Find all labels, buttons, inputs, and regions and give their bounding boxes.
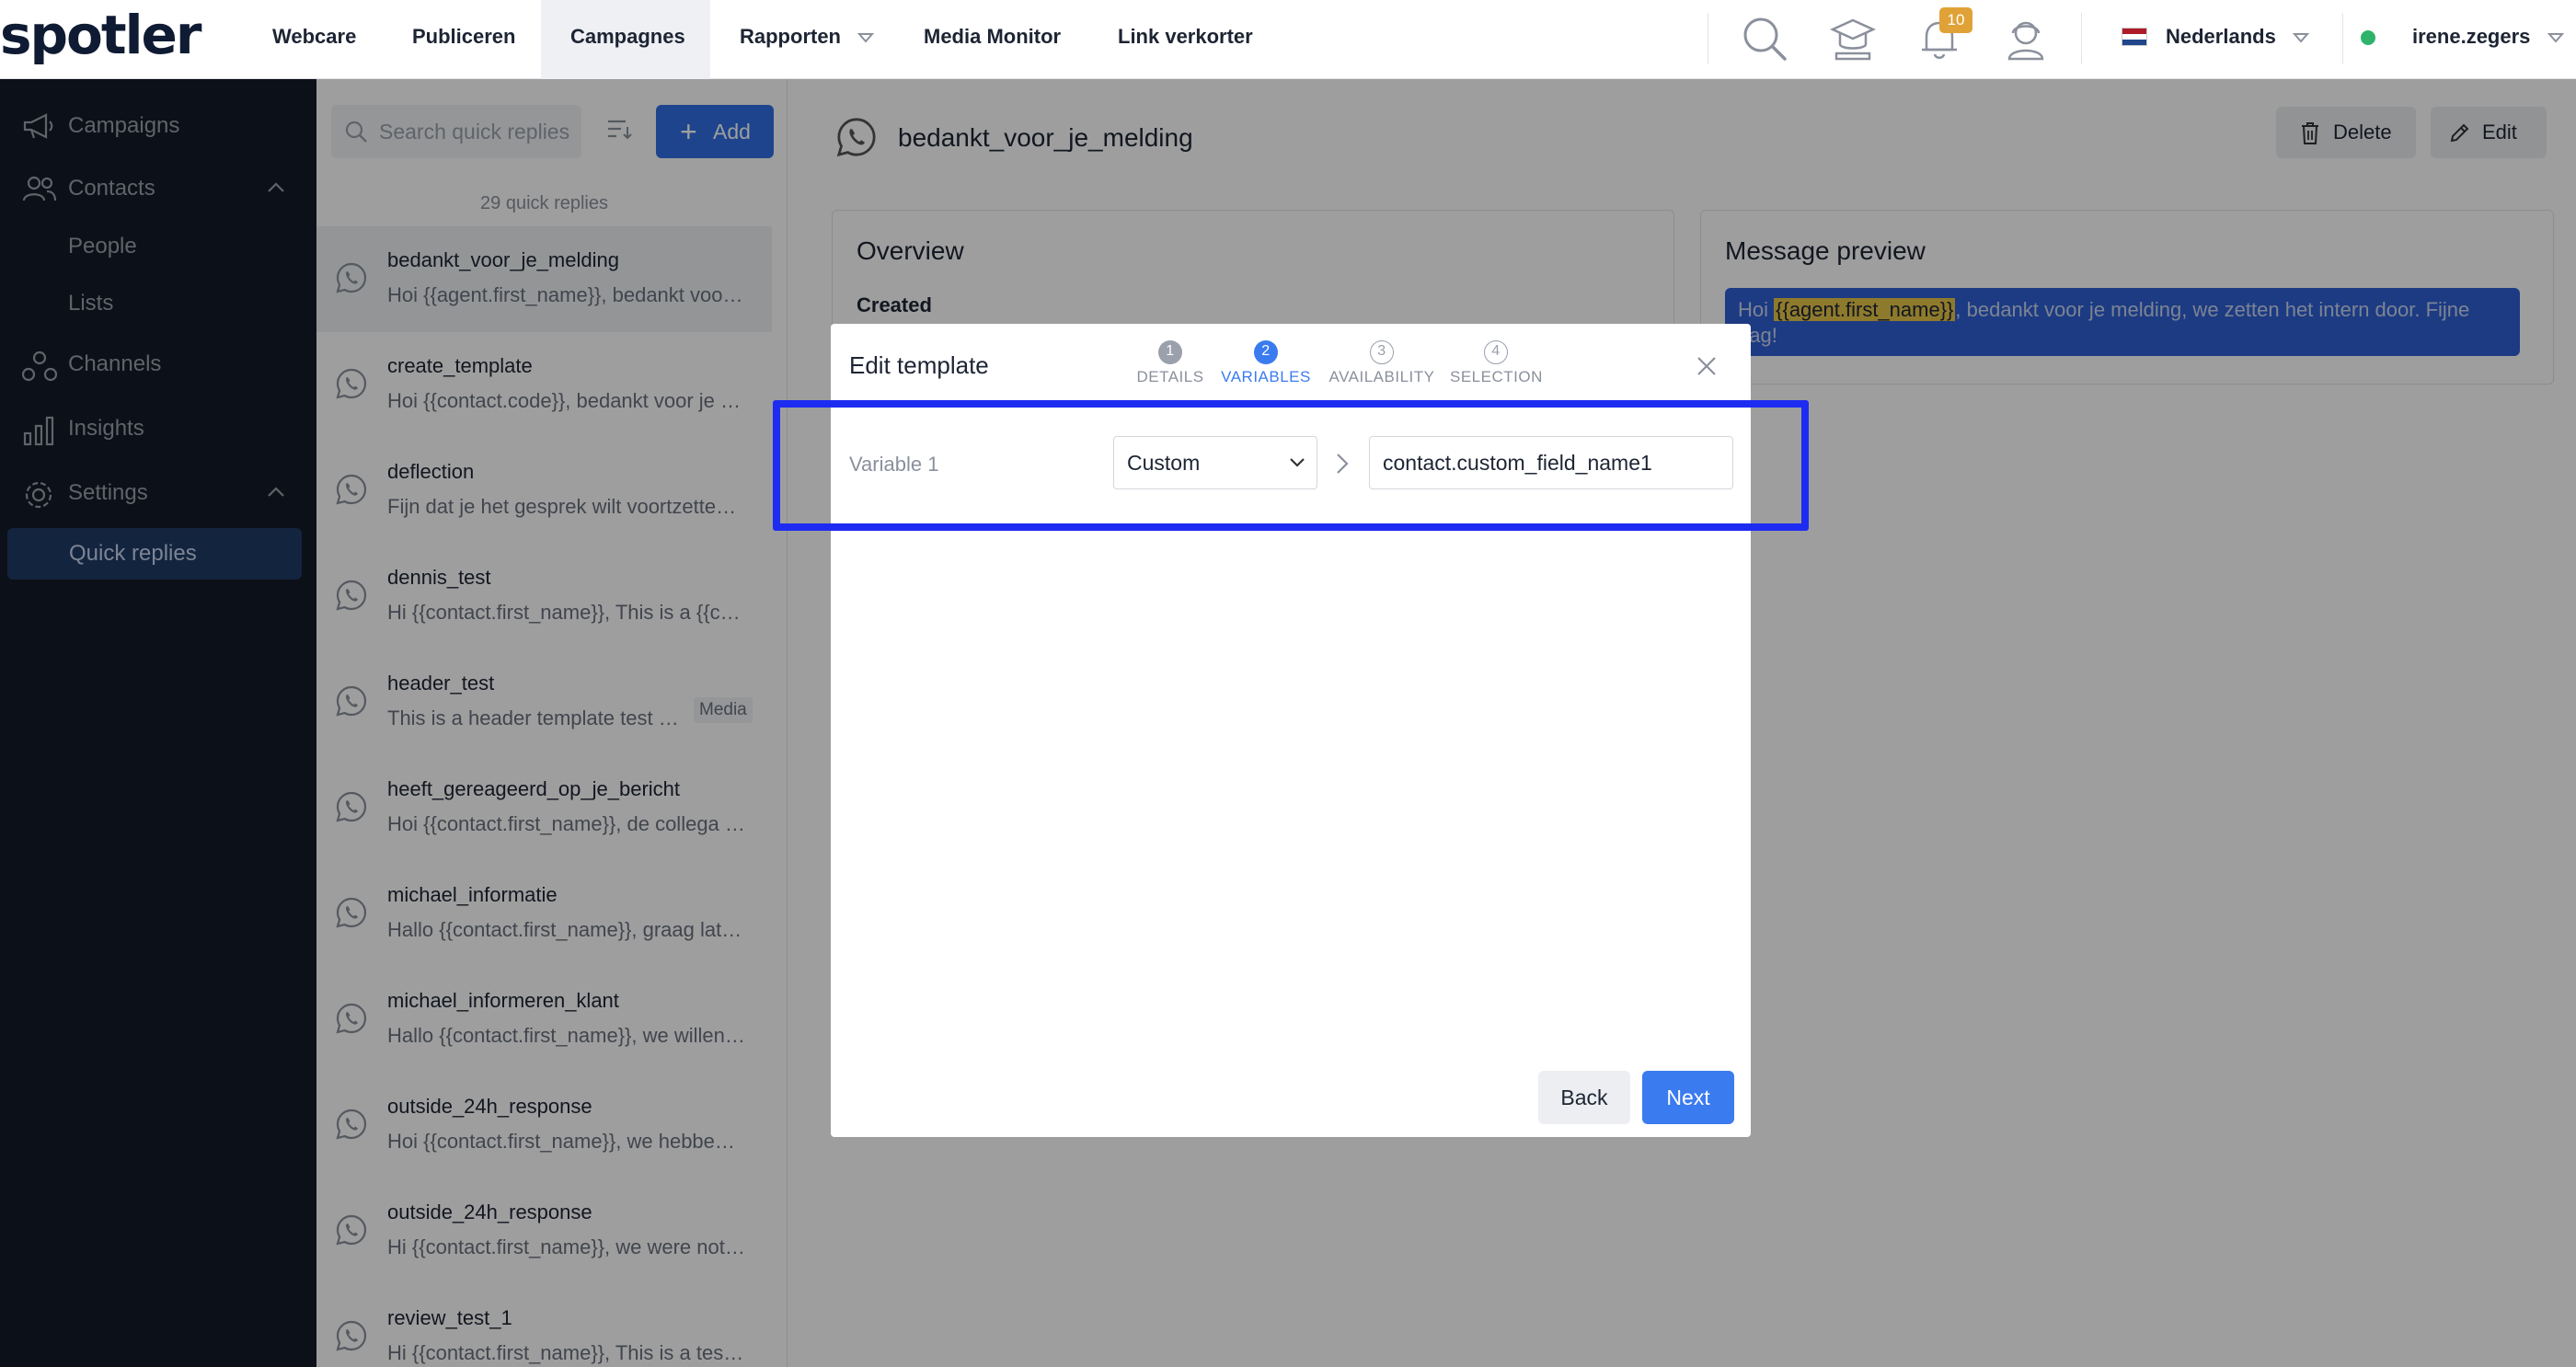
spotler-logo[interactable]: spotler (0, 4, 201, 66)
nav-rapporten[interactable]: Rapporten (740, 0, 875, 79)
nav-link-verkorter[interactable]: Link verkorter (1118, 0, 1253, 79)
step-availability[interactable]: 3 AVAILABILITY (1325, 340, 1439, 386)
support-icon[interactable] (2000, 13, 2052, 64)
highlight-annotation (773, 400, 1809, 531)
nav-divider (2342, 13, 2343, 64)
top-navigation: spotler Webcare Publiceren Campagnes Rap… (0, 0, 2576, 79)
step-label: DETAILS (1136, 368, 1204, 385)
step-number: 3 (1370, 340, 1394, 364)
next-button[interactable]: Next (1642, 1071, 1734, 1124)
chevron-down-icon (857, 33, 875, 43)
language-selector[interactable]: Nederlands (2166, 0, 2309, 79)
online-status-dot (2361, 30, 2375, 45)
step-label: VARIABLES (1221, 368, 1311, 385)
close-icon[interactable] (1696, 355, 1718, 377)
chevron-down-icon (2292, 33, 2309, 43)
nav-media-monitor[interactable]: Media Monitor (924, 0, 1061, 79)
step-details[interactable]: 1 DETAILS (1133, 340, 1207, 386)
dutch-flag-icon (2122, 28, 2147, 46)
academy-icon[interactable] (1827, 13, 1879, 64)
nav-campagnes[interactable]: Campagnes (541, 0, 710, 79)
chevron-down-icon (2547, 33, 2564, 43)
user-name: irene.zegers (2412, 25, 2531, 48)
user-menu[interactable]: irene.zegers (2412, 0, 2564, 79)
step-number: 1 (1158, 340, 1182, 364)
nav-rapporten-label: Rapporten (740, 25, 841, 48)
nav-publiceren[interactable]: Publiceren (412, 0, 515, 79)
search-icon[interactable] (1739, 13, 1790, 64)
step-label: AVAILABILITY (1328, 368, 1435, 385)
step-number: 2 (1254, 340, 1278, 364)
language-label: Nederlands (2166, 25, 2276, 48)
back-button[interactable]: Back (1538, 1071, 1630, 1124)
step-number: 4 (1484, 340, 1508, 364)
step-label: SELECTION (1450, 368, 1543, 385)
step-selection[interactable]: 4 SELECTION (1450, 340, 1542, 386)
step-variables[interactable]: 2 VARIABLES (1220, 340, 1312, 386)
dialog-title: Edit template (849, 351, 989, 379)
nav-webcare[interactable]: Webcare (272, 0, 356, 79)
nav-divider (2081, 13, 2082, 64)
notification-badge: 10 (1939, 7, 1972, 33)
